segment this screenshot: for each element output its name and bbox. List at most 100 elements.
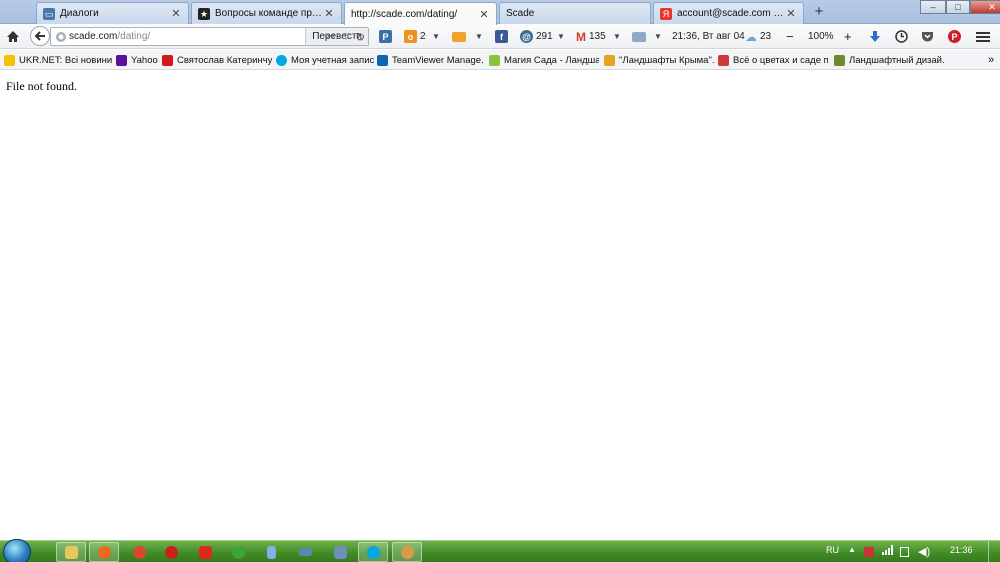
firefox-icon [97,545,111,559]
tab-yandex-mail[interactable]: Я account@scade.com — Ян... ✕ [653,2,804,24]
back-button[interactable] [30,26,50,46]
language-indicator[interactable]: RU [826,545,839,555]
bookmark-landscape-design[interactable]: Ландшафтный дизай... [834,53,944,67]
history-button[interactable] [895,28,908,45]
taskbar-explorer[interactable] [56,542,86,562]
weather-button[interactable]: ☁ 23 [745,28,771,45]
taskbar-opera[interactable] [156,542,186,562]
navigation-toolbar: scade.com/dating/ Перевести ⚯ ▽ ↻ P о2 ▼… [0,24,1000,49]
counter-value: 291 [536,31,553,42]
tab-title: Вопросы команде проект... [215,8,323,19]
skype-icon [366,545,380,559]
url-text[interactable]: scade.com/dating/ [69,31,305,42]
reload-icon[interactable]: ↻ [355,28,365,45]
close-window-button[interactable]: ✕ [970,0,1000,14]
chevron-down-icon[interactable]: ▼ [613,28,621,45]
bookmark-ukr-net[interactable]: UKR.NET: Всі новини ... [4,53,112,67]
mail-button[interactable] [632,28,649,45]
tab-questions[interactable]: ★ Вопросы команде проект... ✕ [191,2,342,24]
bookmark-label: Ландшафтный дизай... [849,54,944,66]
url-bar[interactable]: scade.com/dating/ Перевести [50,27,369,46]
parking-icon[interactable]: P [379,28,395,45]
url-path: /dating/ [117,31,151,42]
globe-icon [56,32,66,42]
taskbar-utorrent[interactable] [223,542,253,562]
volume-icon[interactable]: ◀) [918,545,930,558]
bookmark-teamviewer[interactable]: TeamViewer Manage... [377,53,483,67]
speech-bubble-icon: ▭ [43,7,55,20]
maximize-button[interactable]: □ [946,0,970,14]
tab-scade[interactable]: Scade [499,2,651,24]
bookmark-youtube[interactable]: Святослав Катеринчу... [162,53,272,67]
bookmark-skype-account[interactable]: Моя учетная запись [276,53,374,67]
tree-icon [834,54,845,66]
zoom-level[interactable]: 100% [808,28,834,45]
close-icon[interactable]: ✕ [785,7,797,20]
chevron-down-icon[interactable]: ▼ [475,28,483,45]
battery-icon[interactable] [900,547,909,557]
close-icon[interactable]: ✕ [170,7,182,20]
chevron-down-icon[interactable]: ▼ [432,28,440,45]
counter-button[interactable]: @291 [520,28,553,45]
taskbar-clock[interactable]: 21:36 [950,545,973,555]
taskbar-yandex[interactable] [190,542,220,562]
yandex-mail-icon: Я [660,7,672,20]
window-controls: – □ ✕ [920,0,1000,14]
bookmarks-overflow-button[interactable]: » [988,53,998,67]
gmail-button[interactable]: M 135 [576,28,606,45]
reader-glasses-icon[interactable]: ⚯ [325,28,334,45]
tab-title: account@scade.com — Ян... [677,8,785,19]
new-tab-button[interactable]: + [810,3,828,21]
dropdown-arrow-icon[interactable]: ▽ [343,28,350,45]
network-signal-icon[interactable] [882,545,893,557]
bookmark-magic-garden[interactable]: Магия Сада - Ландша... [489,53,599,67]
datetime-display: 21:36, Вт авг 04 [672,31,745,42]
garden-icon [489,54,500,66]
taskbar-network[interactable] [325,542,355,562]
utorrent-icon [231,545,245,559]
sun-icon [4,54,15,66]
show-desktop-button[interactable] [988,541,998,562]
bookmark-flowers-garden[interactable]: Всё о цветах и саде п... [718,53,828,67]
downloads-button[interactable] [869,28,881,45]
taskbar-firefox[interactable] [89,542,119,562]
bookmark-label: Магия Сада - Ландша... [504,54,599,66]
tray-flag-icon[interactable] [864,547,874,557]
chrome-icon [132,545,146,559]
teamviewer-icon [377,54,388,66]
minimize-button[interactable]: – [920,0,946,14]
weather-value: 23 [760,31,772,42]
bookmarks-toolbar: UKR.NET: Всі новини ... Yahoo Святослав … [0,50,1000,70]
facebook-button[interactable]: f [495,28,511,45]
tab-dating[interactable]: http://scade.com/dating/ ✕ [344,2,497,25]
bookmark-label: Всё о цветах и саде п... [733,54,828,66]
facebook-icon: f [495,30,508,43]
pinterest-button[interactable]: P [948,28,964,45]
bookmark-yahoo[interactable]: Yahoo [116,53,158,67]
chevron-down-icon[interactable]: ▼ [654,28,662,45]
tray-expand-icon[interactable]: ▲ [848,545,856,554]
at-sign-icon: @ [520,30,533,43]
home-icon [7,31,19,42]
zoom-in-button[interactable]: + [844,28,852,45]
cloud-icon: ☁ [745,29,757,44]
tab-dialogs[interactable]: ▭ Диалоги ✕ [36,2,189,24]
home-button[interactable] [6,28,20,45]
taskbar-skype[interactable] [358,542,388,562]
taskbar-keyboard[interactable] [290,542,320,562]
pinterest-icon: P [948,30,961,43]
zoom-out-button[interactable]: − [786,28,794,45]
chevron-down-icon[interactable]: ▼ [557,28,565,45]
menu-button[interactable] [976,28,990,45]
pocket-button[interactable] [921,28,934,45]
taskbar-app[interactable] [392,542,422,562]
taskbar-notepad[interactable] [256,542,286,562]
start-button[interactable] [3,539,31,562]
close-icon[interactable]: ✕ [323,7,335,20]
bookmark-crimea-landscapes[interactable]: "Ландшафты Крыма"... [604,53,714,67]
taskbar-chrome[interactable] [124,542,154,562]
close-icon[interactable]: ✕ [478,8,490,21]
bookmark-label: Моя учетная запись [291,54,374,66]
odnoklassniki-button[interactable]: о2 [404,28,426,45]
mail-envelope-button[interactable] [452,28,469,45]
